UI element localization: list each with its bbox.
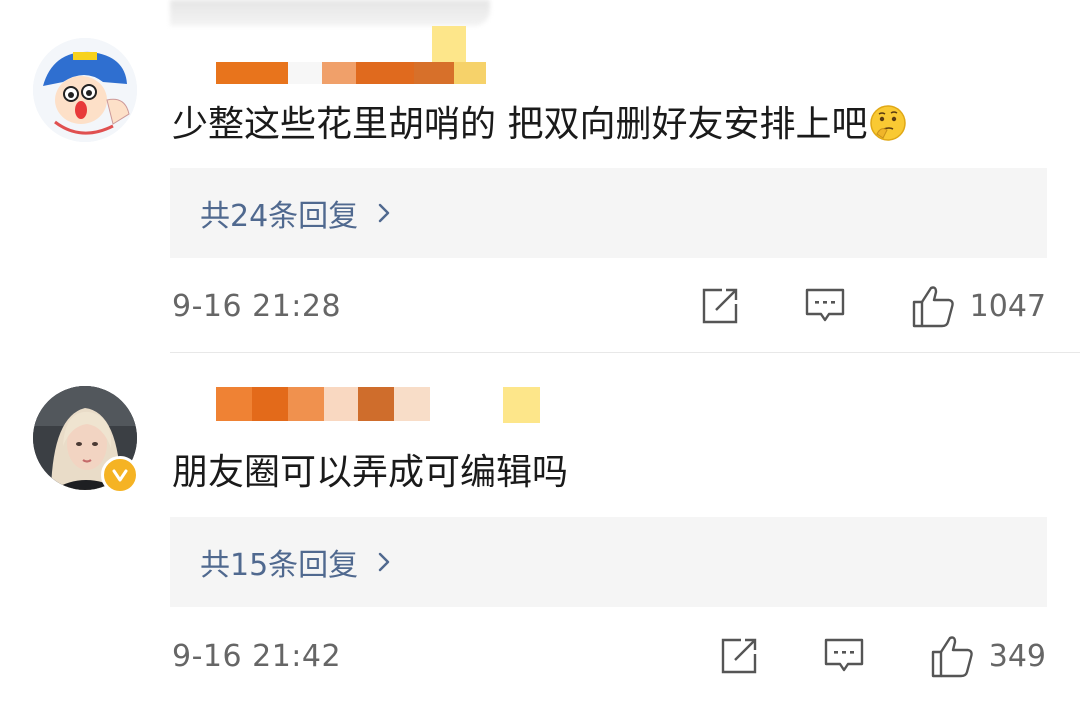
comment-item: 少整这些花里胡哨的 把双向删好友安排上吧 共24条回复 9-16 21:28 1…	[0, 0, 1080, 352]
timestamp: 9-16 21:42	[172, 638, 342, 674]
username-redacted[interactable]	[216, 387, 430, 421]
cartoon-avatar-icon	[33, 38, 137, 142]
chevron-right-icon	[378, 552, 390, 572]
like-count: 349	[988, 638, 1046, 674]
comment-button[interactable]	[823, 636, 865, 676]
username-redacted-badge	[503, 387, 540, 423]
like-button[interactable]: 1047	[910, 284, 1046, 328]
verified-check-icon	[112, 469, 128, 482]
username-redacted[interactable]	[216, 62, 486, 84]
verified-badge	[101, 456, 139, 494]
comment-bubble-icon	[805, 288, 844, 322]
share-icon	[702, 288, 737, 324]
comment-button[interactable]	[804, 286, 846, 326]
view-replies-button[interactable]: 共24条回复	[170, 168, 1047, 258]
share-button[interactable]	[700, 286, 740, 326]
comment-meta: 9-16 21:42 349	[172, 634, 1046, 678]
like-count: 1047	[969, 288, 1046, 324]
comment-item: 朋友圈可以弄成可编辑吗 共15条回复 9-16 21:42 349	[0, 353, 1080, 707]
timestamp: 9-16 21:28	[172, 288, 342, 324]
view-replies-button[interactable]: 共15条回复	[170, 517, 1047, 607]
comment-actions: 1047	[700, 284, 1046, 328]
chevron-right-icon	[378, 203, 390, 223]
comment-actions: 349	[719, 634, 1046, 678]
user-avatar[interactable]	[33, 38, 137, 142]
comment-text: 少整这些花里胡哨的 把双向删好友安排上吧	[172, 103, 907, 147]
thumbs-up-icon	[931, 636, 973, 678]
reply-count-label: 共24条回复	[200, 199, 359, 234]
username-redacted-badge	[432, 26, 466, 62]
comment-bubble-icon	[824, 638, 863, 672]
comment-text: 朋友圈可以弄成可编辑吗	[172, 452, 569, 493]
thinking-face-emoji-icon	[870, 105, 907, 141]
share-button[interactable]	[719, 636, 759, 676]
comment-meta: 9-16 21:28 1047	[172, 284, 1046, 328]
reply-count-label: 共15条回复	[200, 548, 359, 583]
thumbs-up-icon	[912, 286, 954, 328]
like-button[interactable]: 349	[929, 634, 1046, 678]
share-icon	[721, 638, 756, 674]
